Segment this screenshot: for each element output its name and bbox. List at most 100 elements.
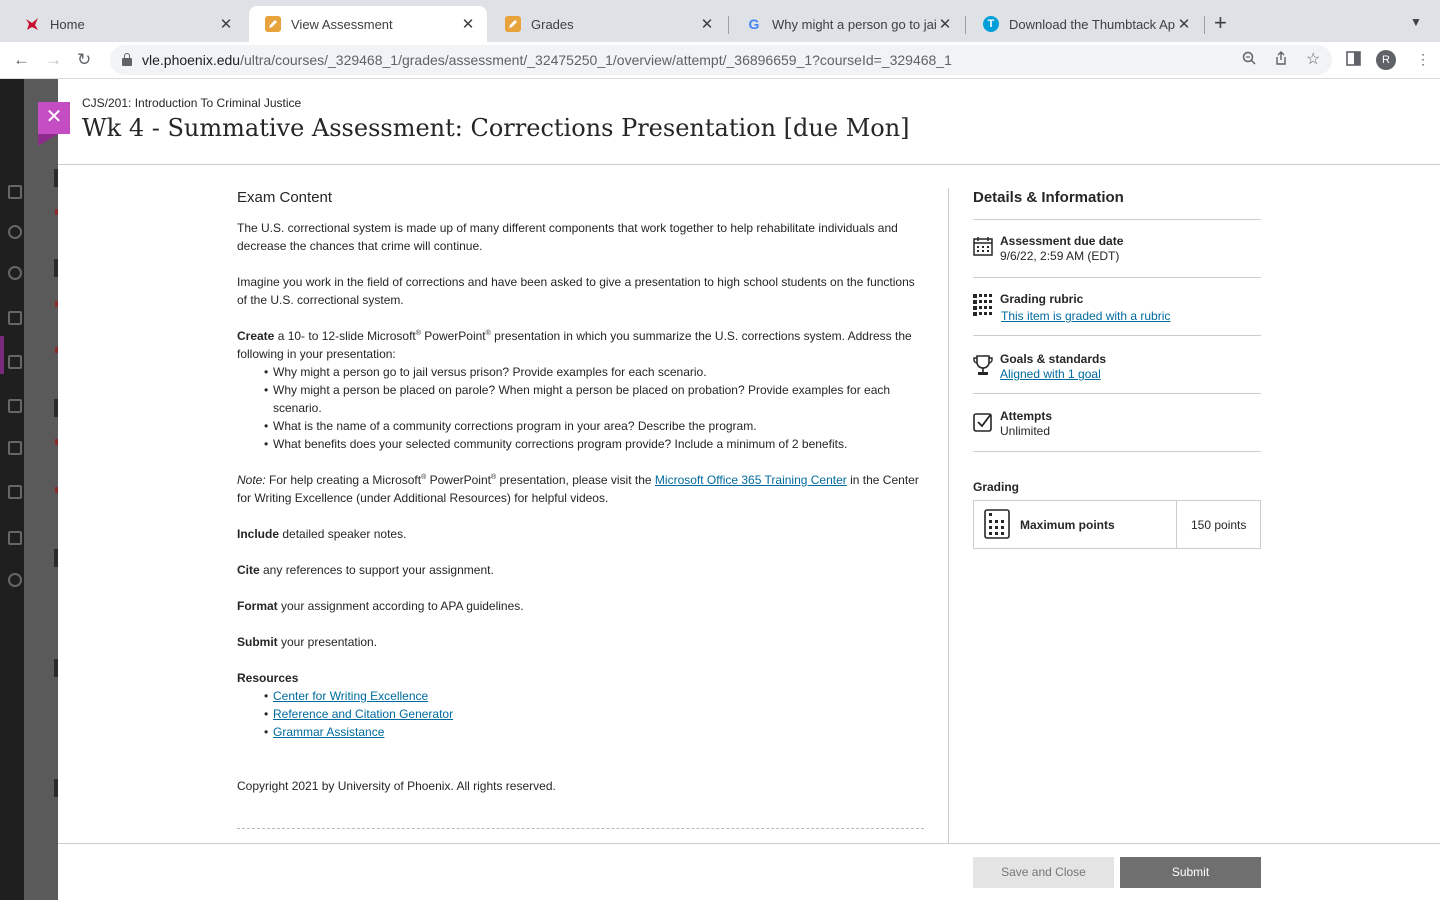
grading-cell-divider [1176, 501, 1177, 548]
list-item: What is the name of a community correcti… [264, 417, 927, 435]
close-tab-icon[interactable]: ✕ [459, 15, 477, 33]
zoom-icon[interactable] [1242, 51, 1256, 68]
browser-tab-thumbtack[interactable]: T Download the Thumbtack App ✕ [967, 6, 1203, 42]
forward-arrow-icon[interactable]: → [45, 50, 62, 70]
course-label: CJS/201: Introduction To Criminal Justic… [82, 96, 302, 110]
header-divider [58, 164, 1440, 165]
due-date-row: Assessment due date 9/6/22, 2:59 AM (EDT… [973, 220, 1261, 278]
exam-content-heading: Exam Content [237, 189, 333, 206]
browser-toolbar: ← → ↻ vle.phoenix.edu/ultra/courses/_329… [0, 42, 1440, 79]
tab-separator [1204, 16, 1205, 34]
details-panel: Details & Information Assessment due dat… [973, 188, 1261, 452]
grammar-assistance-link[interactable]: Grammar Assistance [273, 725, 384, 739]
list-item: Grammar Assistance [264, 723, 927, 741]
browser-tab-grades[interactable]: Grades ✕ [489, 6, 726, 42]
bookmark-star-icon[interactable]: ☆ [1306, 49, 1320, 69]
back-arrow-icon[interactable]: ← [13, 50, 30, 70]
save-and-close-button[interactable]: Save and Close [973, 857, 1114, 888]
create-instruction: Create a 10- to 12-slide Microsoft® Powe… [237, 329, 912, 361]
content-end-divider [237, 828, 924, 829]
reload-icon[interactable]: ↻ [77, 50, 91, 70]
pencil-icon [265, 16, 281, 32]
resources-heading: Resources [237, 671, 299, 685]
trophy-icon [973, 354, 993, 375]
tab-title: Grades [531, 16, 574, 32]
grading-heading: Grading [973, 480, 1020, 494]
lock-icon [122, 53, 132, 66]
list-item: Why might a person go to jail versus pri… [264, 363, 927, 381]
profile-avatar[interactable]: R [1376, 50, 1396, 70]
goals-row: Goals & standards Aligned with 1 goal [973, 336, 1261, 394]
details-heading: Details & Information [973, 188, 1261, 220]
list-item: What benefits does your selected communi… [264, 435, 927, 453]
writing-excellence-link[interactable]: Center for Writing Excellence [273, 689, 428, 703]
tab-title: Home [50, 16, 85, 32]
new-tab-plus-icon[interactable]: + [1214, 12, 1227, 34]
google-icon: G [748, 16, 760, 32]
url-text[interactable]: vle.phoenix.edu/ultra/courses/_329468_1/… [142, 52, 952, 68]
background-nav-rail [0, 79, 24, 900]
activity-icon [8, 311, 22, 325]
due-date-value: 9/6/22, 2:59 AM (EDT) [1000, 249, 1120, 263]
courses-icon [8, 266, 22, 280]
grades-icon [8, 485, 22, 499]
close-tab-icon[interactable]: ✕ [698, 15, 716, 33]
submit-instruction: Submit your presentation. [237, 635, 378, 649]
pencil-icon [505, 16, 521, 32]
citation-generator-link[interactable]: Reference and Citation Generator [273, 707, 453, 721]
thumbtack-icon: T [983, 16, 999, 32]
profile-icon [8, 225, 22, 239]
rubric-label: Grading rubric [1000, 292, 1084, 306]
rubric-grid-icon [973, 294, 993, 316]
close-tab-icon[interactable]: ✕ [1175, 15, 1193, 33]
share-icon[interactable] [1274, 51, 1288, 68]
column-divider [948, 188, 949, 844]
tab-search-chevron-icon[interactable]: ▼ [1410, 15, 1422, 29]
list-item: Reference and Citation Generator [264, 705, 927, 723]
grading-table: Maximum points 150 points [973, 500, 1261, 549]
tab-title: Why might a person go to jail v [772, 16, 936, 32]
page-title: Wk 4 - Summative Assessment: Corrections… [82, 114, 910, 142]
copyright-text: Copyright 2021 by University of Phoenix.… [237, 779, 556, 793]
intro-paragraph-1: The U.S. correctional system is made up … [237, 221, 898, 253]
goals-label: Goals & standards [1000, 352, 1107, 366]
browser-menu-icon[interactable]: ⋮ [1416, 51, 1430, 68]
tab-title: Download the Thumbtack App [1009, 16, 1175, 32]
close-tab-icon[interactable]: ✕ [936, 15, 954, 33]
due-date-label: Assessment due date [1000, 234, 1124, 248]
browser-tab-view-assessment[interactable]: View Assessment ✕ [249, 6, 487, 42]
close-tab-icon[interactable]: ✕ [217, 15, 235, 33]
office-training-link[interactable]: Microsoft Office 365 Training Center [655, 473, 847, 487]
max-points-value: 150 points [1191, 518, 1247, 532]
calculator-icon [984, 509, 1010, 539]
max-points-label: Maximum points [1020, 518, 1115, 532]
resources-list: Center for Writing Excellence Reference … [264, 687, 927, 741]
attempts-value: Unlimited [1000, 424, 1051, 438]
calendar-icon [973, 236, 993, 256]
goals-link[interactable]: Aligned with 1 goal [1000, 367, 1101, 381]
submit-button[interactable]: Submit [1120, 857, 1261, 888]
include-instruction: Include detailed speaker notes. [237, 527, 407, 541]
checkbox-icon [973, 412, 993, 432]
messages-icon [8, 441, 22, 455]
background-content-strip [24, 79, 58, 900]
list-item: Center for Writing Excellence [264, 687, 927, 705]
address-bar[interactable]: vle.phoenix.edu/ultra/courses/_329468_1/… [110, 45, 1332, 75]
format-instruction: Format your assignment according to APA … [237, 599, 524, 613]
sign-out-icon [8, 573, 22, 587]
close-panel-button[interactable]: ✕ [38, 102, 70, 134]
browser-tab-google-search[interactable]: G Why might a person go to jail v ✕ [730, 6, 964, 42]
attempts-label: Attempts [1000, 409, 1053, 423]
phoenix-bird-icon [24, 16, 40, 32]
browser-tab-bar: Home ✕ View Assessment ✕ Grades ✕ G Why … [0, 0, 1440, 42]
active-nav-marker [0, 336, 4, 374]
note-paragraph: Note: For help creating a Microsoft® Pow… [237, 473, 919, 505]
attempts-row: Attempts Unlimited [973, 394, 1261, 452]
side-panel-icon[interactable] [1346, 51, 1361, 70]
exam-content: Exam Content The U.S. correctional syste… [237, 188, 927, 813]
rubric-link[interactable]: This item is graded with a rubric [1001, 309, 1170, 323]
rubric-row: Grading rubric This item is graded with … [973, 278, 1261, 336]
browser-tab-home[interactable]: Home ✕ [8, 6, 245, 42]
requirements-list: Why might a person go to jail versus pri… [264, 363, 927, 453]
institution-icon [8, 185, 22, 199]
